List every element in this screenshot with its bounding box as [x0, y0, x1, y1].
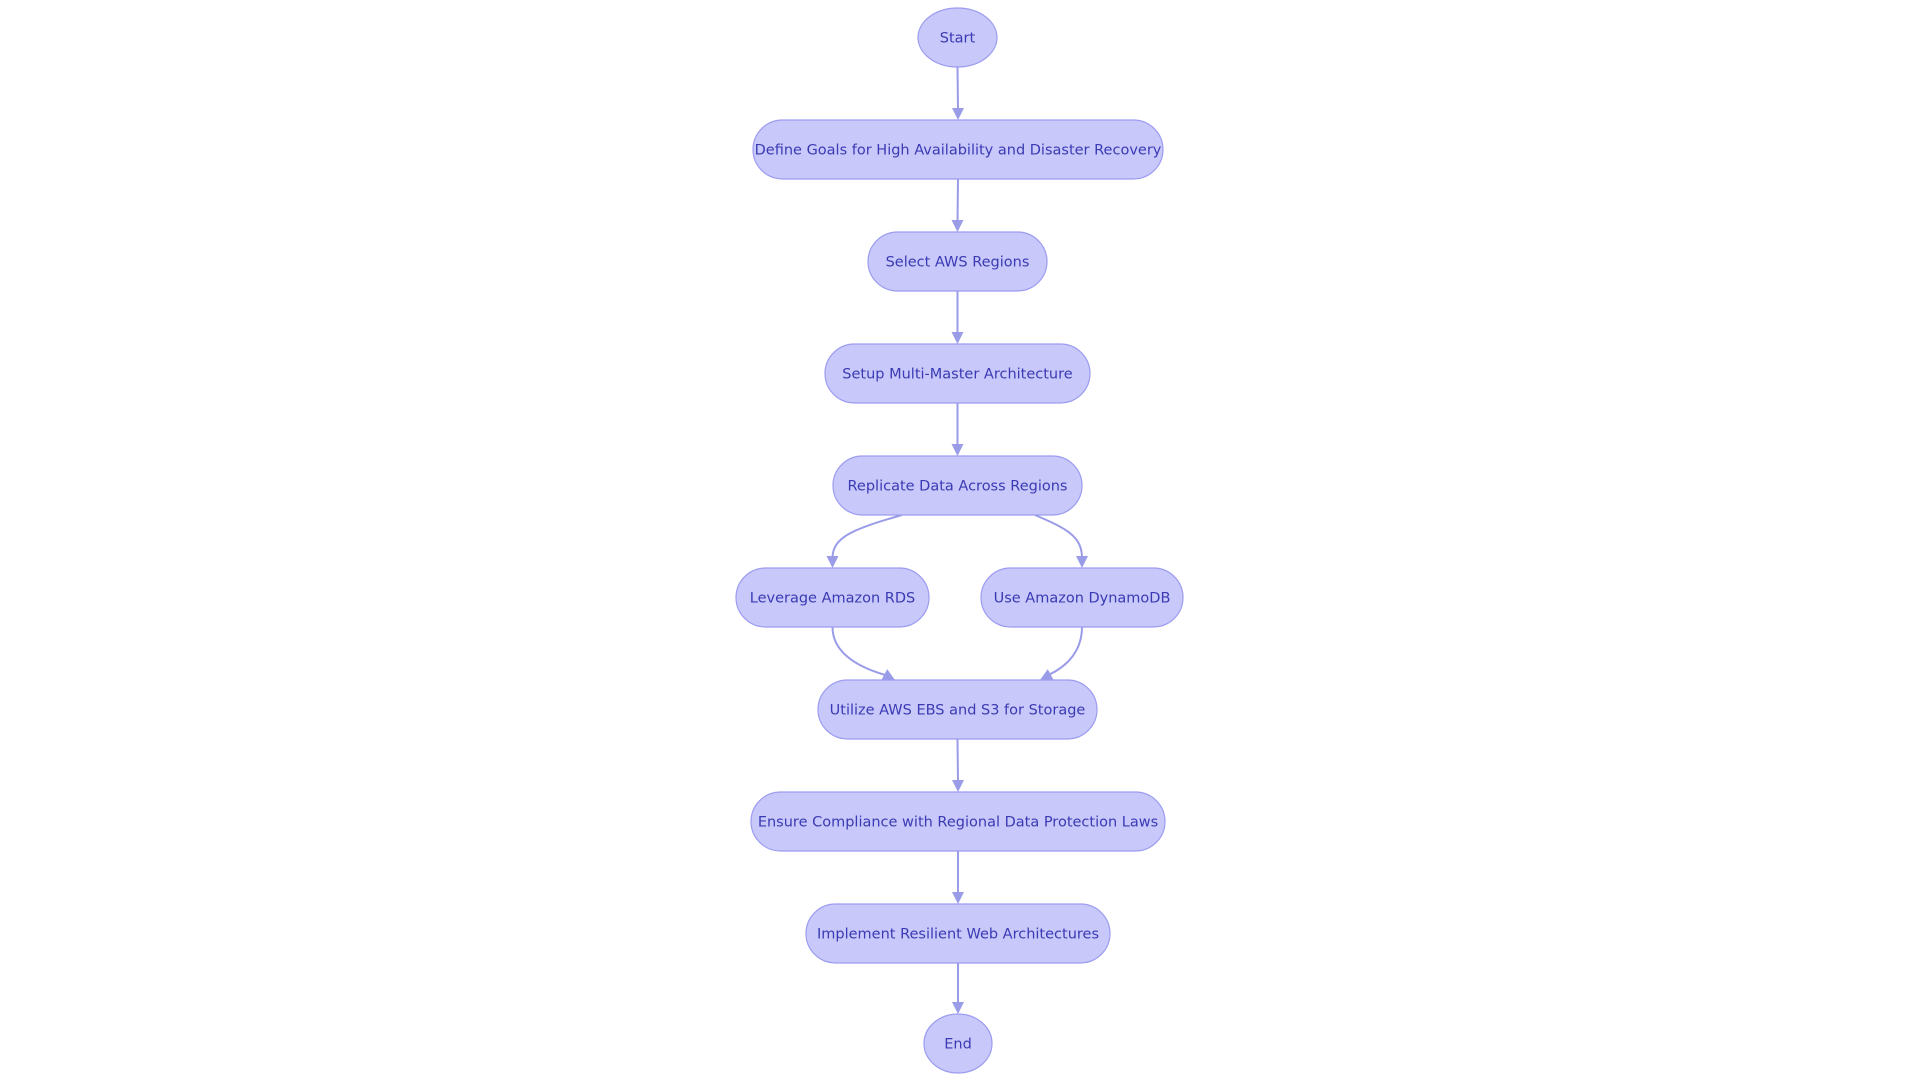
node-label: Start [940, 31, 976, 47]
edge-resilient-to-end [952, 963, 964, 1014]
edge-line [956, 178, 959, 223]
edges-layer [826, 66, 1088, 1014]
node-storage: Utilize AWS EBS and S3 for Storage [817, 679, 1098, 740]
node-label: Setup Multi-Master Architecture [842, 367, 1072, 383]
edge-line [831, 626, 890, 677]
node-dynamo: Use Amazon DynamoDB [980, 567, 1184, 628]
edge-line [956, 738, 959, 783]
edge-regions-to-multimaster [951, 291, 964, 344]
arrowhead-icon [1076, 556, 1088, 568]
edge-replicate-to-rds [826, 514, 903, 568]
edge-line [1045, 626, 1083, 677]
node-replicate: Replicate Data Across Regions [832, 455, 1083, 516]
arrowhead-icon [826, 556, 839, 568]
edge-dynamo-to-storage [1040, 626, 1083, 680]
edge-line [956, 66, 959, 111]
node-label: End [944, 1037, 972, 1053]
node-label: Select AWS Regions [886, 255, 1030, 271]
arrowhead-icon [952, 892, 964, 904]
arrowhead-icon [951, 220, 964, 232]
node-rds: Leverage Amazon RDS [735, 567, 930, 628]
node-compliance: Ensure Compliance with Regional Data Pro… [750, 791, 1166, 852]
node-label: Define Goals for High Availability and D… [755, 143, 1162, 159]
edge-rds-to-storage [831, 626, 895, 680]
edge-line [831, 514, 903, 559]
flowchart-diagram: Start Define Goals for High Availability … [735, 7, 1184, 1074]
arrowhead-icon [951, 444, 964, 456]
node-label: Use Amazon DynamoDB [994, 591, 1171, 607]
arrowhead-icon [952, 1002, 964, 1014]
edge-start-to-goals [952, 66, 964, 120]
node-resilient: Implement Resilient Web Architectures [805, 903, 1111, 964]
nodes-layer: Start Define Goals for High Availability … [735, 7, 1184, 1074]
node-start: Start [917, 7, 998, 68]
edge-goals-to-regions [951, 178, 964, 232]
arrowhead-icon [952, 780, 964, 792]
node-label: Implement Resilient Web Architectures [817, 927, 1099, 943]
node-label: Replicate Data Across Regions [848, 479, 1068, 495]
node-regions: Select AWS Regions [867, 231, 1048, 292]
node-goals: Define Goals for High Availability and D… [752, 119, 1164, 180]
arrowhead-icon [951, 332, 964, 344]
node-label: Ensure Compliance with Regional Data Pro… [758, 815, 1158, 831]
edge-storage-to-compliance [952, 738, 964, 792]
edge-line [1034, 514, 1083, 559]
node-multimaster: Setup Multi-Master Architecture [824, 343, 1091, 404]
edge-multimaster-to-replicate [951, 403, 964, 456]
node-label: Utilize AWS EBS and S3 for Storage [830, 703, 1086, 719]
arrowhead-icon [952, 108, 964, 120]
edge-compliance-to-resilient [952, 851, 964, 904]
node-end: End [923, 1013, 993, 1074]
node-label: Leverage Amazon RDS [750, 591, 915, 607]
edge-replicate-to-dynamo [1034, 514, 1088, 568]
